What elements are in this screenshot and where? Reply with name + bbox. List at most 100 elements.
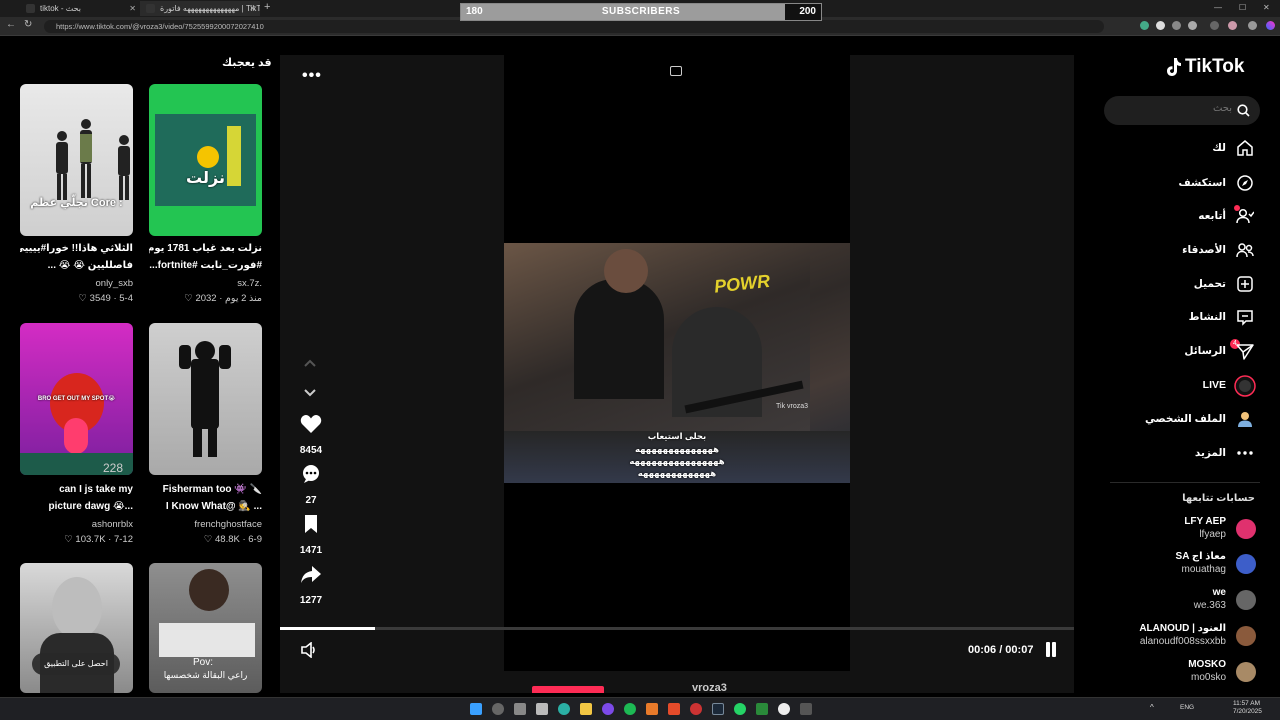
video-subtitle: ههههههههههههههه	[635, 444, 719, 454]
tab-close-icon[interactable]: ✕	[249, 1, 256, 16]
card-author[interactable]: frenchghostface	[194, 519, 262, 530]
card-author[interactable]: only_sxb	[96, 278, 134, 289]
tiktok-logo[interactable]: TikTok	[1164, 56, 1244, 78]
tab-search[interactable]: tiktok - بحث ✕	[20, 1, 140, 16]
sidebar-item-live[interactable]: LIVE	[1110, 374, 1260, 398]
sidebar-item-messages[interactable]: الرسائل 4	[1110, 339, 1260, 364]
get-app-button[interactable]: احصل على التطبيق	[32, 653, 120, 675]
steam-icon[interactable]	[712, 703, 724, 715]
video-thumbnail[interactable]: احصل على التطبيق	[20, 563, 133, 693]
task-view-icon[interactable]	[514, 703, 526, 715]
sidebar-item-explore[interactable]: استكشف	[1110, 172, 1260, 196]
close-window-icon[interactable]: ✕	[1263, 0, 1270, 16]
obs-icon[interactable]	[800, 703, 812, 715]
sidebar-item-upload[interactable]: تحميل	[1110, 273, 1260, 297]
picture-in-picture-icon[interactable]	[670, 66, 682, 76]
video-author-name[interactable]: vroza3	[692, 682, 727, 694]
video-thumbnail[interactable]: Pov: راعي البقالة شخصسها	[149, 563, 262, 693]
save-button[interactable]: 1471	[296, 514, 326, 556]
search-box[interactable]	[1104, 96, 1260, 125]
video-subtitle: بحلى استيعاب	[647, 431, 707, 441]
copilot-icon[interactable]	[1266, 21, 1275, 30]
sidebar-item-more[interactable]: المزيد	[1110, 442, 1260, 466]
volume-icon[interactable]	[300, 642, 318, 658]
tray-chevron-icon[interactable]: ^	[1150, 703, 1154, 712]
live-icon	[1234, 375, 1256, 397]
search-icon[interactable]	[492, 703, 504, 715]
extension-icon[interactable]	[1140, 21, 1149, 30]
sidebar-item-following[interactable]: أتابعه	[1110, 205, 1260, 229]
back-icon[interactable]: ←	[6, 19, 16, 30]
xbox-icon[interactable]	[756, 703, 768, 715]
video-subtitle: هههههههههههههه	[637, 468, 717, 478]
minimize-icon[interactable]: —	[1214, 0, 1222, 16]
messages-icon	[1236, 344, 1254, 360]
app-icon[interactable]	[778, 703, 790, 715]
more-options-icon[interactable]: •••	[302, 67, 322, 85]
video-thumbnail[interactable]: BRO GET OUT MY SPOT😭 228	[20, 323, 133, 475]
search-input[interactable]	[1114, 103, 1232, 114]
clock-date[interactable]: 7/20/2025	[1233, 708, 1262, 715]
sidebar-item-label: المزيد	[1194, 447, 1226, 459]
card-caption: #فورت_نايت #fortnite...	[149, 260, 262, 271]
app-icon[interactable]	[646, 703, 658, 715]
extension-icon[interactable]	[1156, 21, 1165, 30]
sidebar-item-label: الأصدقاء	[1182, 244, 1226, 256]
following-account[interactable]: SA معاذ اج mouathag	[1110, 551, 1260, 579]
app-icon[interactable]	[668, 703, 680, 715]
maximize-icon[interactable]: ☐	[1239, 0, 1246, 16]
following-account[interactable]: ALANOUD | العنود alanoudf008ssxxbb	[1110, 623, 1260, 651]
sidebar-item-profile[interactable]: الملف الشخصي	[1110, 408, 1260, 432]
video-thumbnail[interactable]: تجلّي عظم Core :	[20, 84, 133, 236]
following-account[interactable]: we we.363	[1110, 587, 1260, 615]
start-icon[interactable]	[470, 703, 482, 715]
video-thumbnail[interactable]	[149, 323, 262, 475]
reload-icon[interactable]: ↻	[24, 19, 32, 30]
discord-icon[interactable]	[602, 703, 614, 715]
whatsapp-icon[interactable]	[734, 703, 746, 715]
following-account[interactable]: MOSKO mo0sko	[1110, 659, 1260, 687]
language-indicator[interactable]: ENG	[1180, 704, 1194, 711]
follow-button-partial[interactable]	[532, 686, 604, 693]
extension-icon[interactable]	[1172, 21, 1181, 30]
comment-count: 27	[305, 495, 317, 506]
app-icon[interactable]	[690, 703, 702, 715]
previous-video-icon[interactable]	[302, 357, 318, 369]
share-button[interactable]: 1277	[296, 564, 326, 606]
video-progress-bar[interactable]	[280, 627, 1074, 630]
next-video-icon[interactable]	[302, 387, 318, 399]
pause-icon[interactable]	[1044, 642, 1058, 657]
tab-close-icon[interactable]: ✕	[129, 1, 136, 16]
sidebar-item-for-you[interactable]: لك	[1110, 137, 1260, 161]
video-frame[interactable]: POWR Tik vroza3 بحلى استيعاب ههههههههههه…	[504, 55, 850, 671]
sidebar-item-label: تحميل	[1193, 278, 1226, 290]
avatar	[1236, 662, 1256, 682]
file-explorer-icon[interactable]	[580, 703, 592, 715]
face-image	[52, 577, 102, 639]
widgets-icon[interactable]	[536, 703, 548, 715]
new-tab-icon[interactable]: +	[264, 0, 270, 15]
extension-icon[interactable]	[1210, 21, 1219, 30]
spotify-icon[interactable]	[624, 703, 636, 715]
search-icon[interactable]	[1237, 104, 1250, 117]
extension-icon[interactable]	[1188, 21, 1197, 30]
sidebar-item-activity[interactable]: النشاط	[1110, 306, 1260, 330]
tab-video[interactable]: فاتورة‎ مهههههههههههههه‎ | TikTok ✕	[140, 1, 260, 16]
profile-avatar-icon[interactable]	[1228, 21, 1237, 30]
activity-icon	[1237, 310, 1253, 326]
card-author[interactable]: ashonrblx	[92, 519, 133, 530]
following-account[interactable]: LFY AEP lfyaep	[1110, 516, 1260, 544]
like-button[interactable]: 8454	[296, 414, 326, 456]
sidebar-item-friends[interactable]: الأصدقاء	[1110, 239, 1260, 263]
comment-button[interactable]: 27	[296, 464, 326, 506]
url-field[interactable]: https://www.tiktok.com/@vroza3/video/752…	[44, 20, 1104, 33]
video-player[interactable]: POWR Tik vroza3 بحلى استيعاب ههههههههههه…	[280, 55, 1074, 693]
video-thumbnail[interactable]: نزلت	[149, 84, 262, 236]
menu-icon[interactable]	[1248, 21, 1257, 30]
card-stats: ♡ 48.8K · 6-9	[203, 534, 262, 545]
fisherman-image	[179, 341, 231, 457]
clock-time[interactable]: 11:57 AM	[1233, 700, 1260, 707]
screen: tiktok - بحث ✕ فاتورة‎ مهههههههههههههه‎ …	[0, 0, 1280, 720]
edge-icon[interactable]	[558, 703, 570, 715]
card-author[interactable]: sx.7z.	[237, 278, 262, 289]
